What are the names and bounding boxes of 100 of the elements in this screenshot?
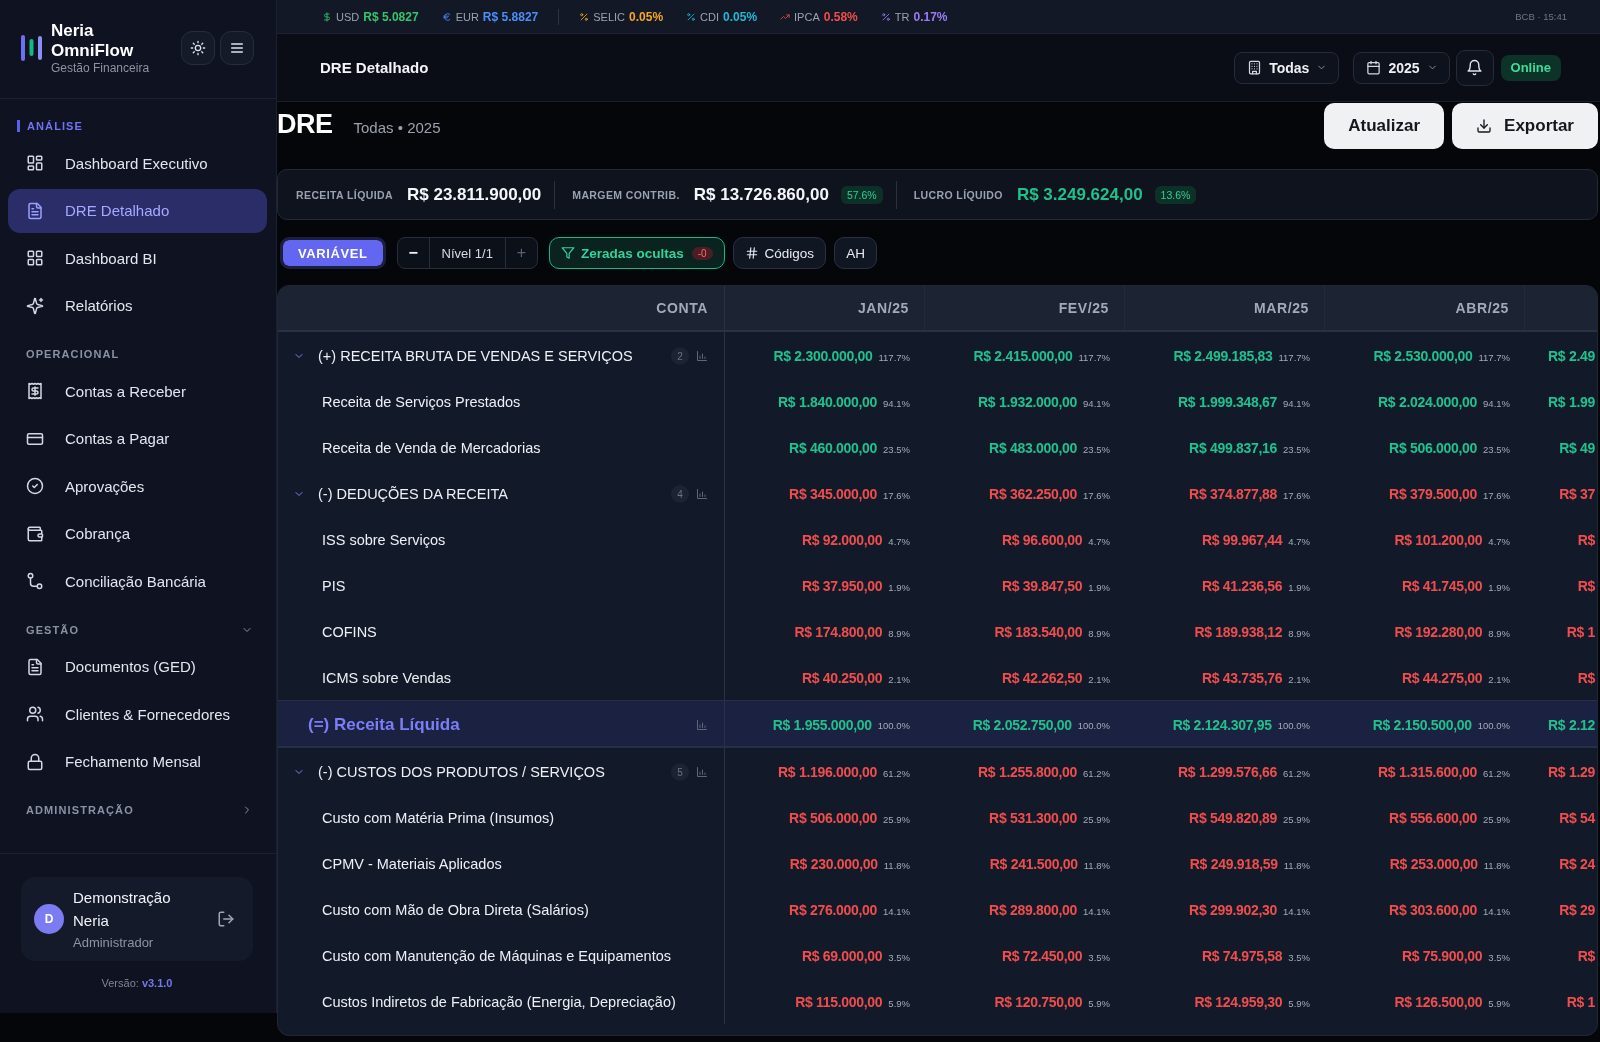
nav-item[interactable]: Relatórios [8,283,267,328]
count-badge: 4 [671,485,689,503]
account-label: CPMV - Materiais Aplicados [322,856,502,872]
share-percent: 25.9% [1483,813,1510,825]
account-label: Receita de Venda de Mercadorias [322,440,541,456]
brand-tagline: Gestão Financeira [51,60,150,76]
amount-value: R$ 2.052.750,00 [972,716,1072,733]
notifications-button[interactable] [1455,49,1494,86]
amount-value: R$ 49 [1559,440,1595,456]
status-badge: Online [1500,54,1561,81]
amount-value: R$ 42.262,50 [1001,670,1083,686]
check-circle-icon [26,477,44,495]
wallet-icon [26,524,44,543]
account-label: Receita de Serviços Prestados [322,394,521,410]
logout-icon[interactable] [217,910,235,928]
amount-value: R$ 289.800,00 [989,902,1078,918]
column-header: CONTA [656,300,708,316]
share-percent: 5.9% [1488,997,1510,1009]
share-percent: 94.1% [1283,397,1310,409]
share-percent: 117.7% [1278,351,1310,363]
ticker-label: SELIC [593,10,626,23]
amount-value: R$ 40.250,00 [801,670,883,686]
amount-value: R$ 2.499.185,83 [1173,348,1273,364]
filter-dropdown[interactable]: 2025 [1353,51,1450,84]
branch-icon [26,572,44,590]
ticker-value: 0.05% [723,9,758,24]
toggle-chip[interactable]: AH [834,237,877,269]
share-percent: 2.1% [888,673,910,685]
action-button[interactable]: Exportar [1452,103,1598,149]
column-header: ABR/25 [1455,300,1509,316]
hash-icon [744,246,759,260]
share-percent: 17.6% [1283,489,1310,501]
amount-value: R$ [1577,578,1595,594]
share-percent: 17.6% [1483,489,1510,501]
share-percent: 8.9% [888,627,910,639]
amount-value: R$ [1577,670,1595,686]
nav-item[interactable]: Contas a Receber [8,369,267,413]
amount-value: R$ 189.938,12 [1194,624,1283,640]
share-percent: 1.9% [1488,581,1510,593]
bar-chart-icon[interactable] [696,488,708,500]
share-percent: 4.7% [1088,535,1110,547]
amount-value: R$ 126.500,00 [1394,994,1483,1010]
amount-value: R$ 43.735,76 [1201,670,1283,686]
amount-value: R$ 174.800,00 [794,624,883,640]
toggle-chip[interactable]: Zeradas ocultas -0 [548,237,725,269]
filter-dropdown[interactable]: Todas [1234,51,1340,84]
share-percent: 2.1% [1288,673,1310,685]
amount-value: R$ 72.450,00 [1001,948,1083,964]
theme-button[interactable] [181,31,215,65]
amount-value: R$ [1577,948,1595,964]
bar-chart-icon[interactable] [696,350,708,362]
share-percent: 4.7% [1288,535,1310,547]
user-avatar: D [34,904,64,934]
filter-icon [560,246,575,260]
share-percent: 117.7% [1478,351,1510,363]
menu-button[interactable] [220,31,254,65]
share-percent: 5.9% [1288,997,1310,1009]
section-label: ANÁLISE [17,120,83,132]
mode-button[interactable]: VARIÁVEL [280,237,386,269]
bar-chart-icon[interactable] [696,766,708,778]
nav-item[interactable]: Contas a Pagar [8,416,267,461]
action-button[interactable]: Atualizar [1324,103,1445,149]
nav-item[interactable]: Aprovações [8,464,267,508]
euro-icon [441,11,452,22]
section-toggle[interactable]: ADMINISTRAÇÃO [26,804,253,816]
toggle-chip[interactable]: Códigos [732,237,827,269]
decrease-button[interactable]: − [397,238,430,268]
nav-item[interactable]: Cobrança [8,511,267,556]
page-subtitle: Todas • 2025 [353,118,441,136]
share-percent: 23.5% [1483,443,1510,455]
nav-item[interactable]: Dashboard BI [8,236,267,280]
nav-item[interactable]: Documentos (GED) [8,644,267,689]
share-percent: 2.1% [1488,673,1510,685]
nav-item[interactable]: Dashboard Executivo [8,141,267,185]
share-percent: 11.8% [1483,859,1510,871]
amount-value: R$ 460.000,00 [789,440,878,456]
amount-value: R$ 531.300,00 [989,810,1078,826]
source-time: BCB · 15:41 [1515,11,1567,22]
nav-item[interactable]: Conciliação Bancária [8,559,267,603]
amount-value: R$ 1.196.000,00 [778,764,878,780]
amount-value: R$ 183.540,00 [994,624,1083,640]
amount-value: R$ 1.255.800,00 [978,764,1078,780]
metric-value: R$ 13.726.860,00 [693,184,829,205]
ticker-value: 0.17% [913,9,948,24]
grid-icon [26,249,44,267]
amount-value: R$ 1.999.348,67 [1178,394,1278,410]
share-percent: 3.5% [888,951,910,963]
share-percent: 8.9% [1488,627,1510,639]
nav-item[interactable]: DRE Detalhado [8,188,267,233]
share-percent: 94.1% [883,397,910,409]
bar-chart-icon[interactable] [696,718,708,731]
nav-item[interactable]: Clientes & Fornecedores [8,692,267,736]
share-percent: 5.9% [888,997,910,1009]
nav-item[interactable]: Fechamento Mensal [8,739,267,784]
ticker-label: TR [894,10,910,23]
share-percent: 2.1% [1088,673,1110,685]
amount-value: R$ 37 [1559,486,1595,502]
section-toggle[interactable]: GESTÃO [26,623,253,636]
account-label: Custos Indiretos de Fabricação (Energia, Depreciação) [322,994,676,1010]
section-label: OPERACIONAL [26,348,120,360]
